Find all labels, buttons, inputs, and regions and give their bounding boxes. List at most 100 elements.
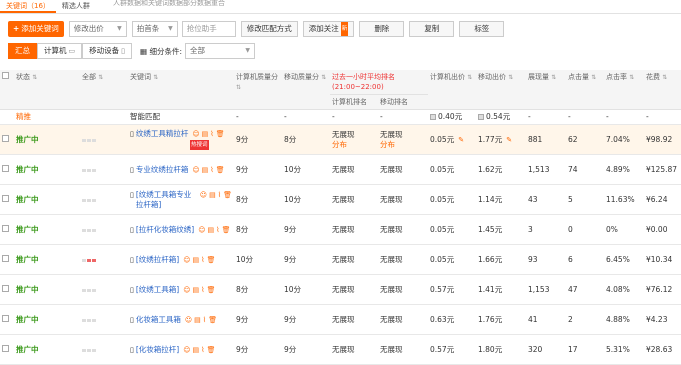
- trash-icon[interactable]: 🗑: [216, 129, 225, 139]
- document-icon[interactable]: ▤: [208, 225, 215, 235]
- pc-rank-cell: 无展现: [330, 214, 378, 245]
- table-row[interactable]: 推广中 ▯ [拉杆化妆箱纹绣] ☺ ▤ ⌇ 🗑 8分 9分 无展现 无展现 0.05元 1.45元 3 0 0…: [0, 214, 681, 245]
- edit-icon[interactable]: ✎: [506, 136, 512, 144]
- document-icon[interactable]: ▤: [194, 315, 201, 325]
- col-pc-quality-label: 计算机质量分: [236, 73, 278, 81]
- chart-icon[interactable]: ⌇: [218, 190, 221, 200]
- keyword-link[interactable]: 化妆箱工具箱: [136, 315, 181, 325]
- document-icon[interactable]: ▤: [202, 165, 209, 175]
- trash-icon[interactable]: 🗑: [207, 345, 216, 355]
- document-icon[interactable]: ▤: [193, 255, 200, 265]
- document-icon[interactable]: ▤: [193, 345, 200, 355]
- table-row[interactable]: 推广中 ▯ [纹绣拉杆箱] ☺ ▤ ⌇ 🗑 10分 9分 无展现 无展现 0.05元 1.66元 93 6 6…: [0, 244, 681, 275]
- row-checkbox[interactable]: [2, 254, 9, 262]
- add-keyword-button[interactable]: + 添加关键词: [8, 21, 64, 37]
- table-row[interactable]: 推广中 ▯ 化妆箱工具箱 ☺ ▤ ⌇ 🗑 9分 9分 无展现 无展现 0.63元 1.76元 41 2 4.8…: [0, 304, 681, 335]
- chart-icon[interactable]: ⌇: [210, 129, 213, 139]
- row-checkbox[interactable]: [2, 134, 9, 142]
- row-checkbox[interactable]: [2, 194, 9, 202]
- col-mobile-rank[interactable]: 移动排名: [378, 94, 428, 110]
- col-clicks[interactable]: 点击量 ⇅: [566, 70, 604, 110]
- grid-icon: ▦: [139, 46, 148, 56]
- keyword-link[interactable]: 纹绣工具精拉杆: [136, 129, 189, 139]
- chart-icon[interactable]: ⌇: [201, 285, 204, 295]
- keyword-link[interactable]: [纹绣拉杆箱]: [136, 255, 179, 265]
- select-all-checkbox[interactable]: [2, 72, 9, 79]
- col-pc-rank[interactable]: 计算机排名: [330, 94, 378, 110]
- add-follow-button[interactable]: 添加关注 新: [302, 21, 355, 37]
- mobile-toggle[interactable]: 移动设备 ▯: [82, 43, 132, 59]
- tag-button[interactable]: 标签: [459, 21, 505, 37]
- pc-bid-checkbox[interactable]: [430, 114, 436, 120]
- trash-icon[interactable]: 🗑: [223, 190, 232, 200]
- computer-toggle[interactable]: 计算机 ▭: [37, 43, 83, 59]
- match-select[interactable]: 拍首条 ▼: [131, 21, 178, 37]
- trash-icon[interactable]: 🗑: [207, 285, 216, 295]
- col-rank-group: 过去一小时平均排名(21:00~22:00): [330, 70, 428, 95]
- row-checkbox[interactable]: [2, 224, 9, 232]
- table-row[interactable]: 推广中 ▯ 纹绣工具精拉杆 ☺ ▤ ⌇ 🗑 热搜词 9分 8分 无展现 分布 无展现 分布 0.05元 ✎ 1.…: [0, 124, 681, 155]
- smile-icon[interactable]: ☺: [192, 165, 199, 175]
- keyword-link[interactable]: [纹绣工具箱专业拉杆箱]: [136, 190, 196, 210]
- table-row[interactable]: 推广中 ▯ [纹绣工具箱专业拉杆箱] ☺ ▤ ⌇ 🗑 8分 10分 无展现 无展现 0.05元 1.14…: [0, 184, 681, 215]
- col-status[interactable]: 状态 ⇅: [14, 70, 80, 110]
- delete-button[interactable]: 删除: [359, 21, 405, 37]
- rank-assistant-input[interactable]: 抢位助手: [181, 21, 236, 37]
- col-cost[interactable]: 花费 ⇅: [644, 70, 681, 110]
- col-all[interactable]: 全部 ⇅: [80, 70, 128, 110]
- col-keyword-label: 关键词: [130, 73, 151, 81]
- table-row[interactable]: 推广中 ▯ [纹绣工具箱] ☺ ▤ ⌇ 🗑 8分 10分 无展现 无展现 0.57元 1.41元 1,15…: [0, 274, 681, 305]
- row-checkbox[interactable]: [2, 164, 9, 172]
- trash-icon[interactable]: 🗑: [216, 165, 225, 175]
- tab-audience[interactable]: 精选人群: [56, 0, 96, 13]
- bar-segment: [87, 288, 91, 292]
- col-mobile-quality[interactable]: 移动质量分 ⇅: [282, 70, 330, 110]
- row-checkbox[interactable]: [2, 314, 9, 322]
- smile-icon[interactable]: ☺: [183, 285, 190, 295]
- col-mobile-bid[interactable]: 移动出价 ⇅: [476, 70, 526, 110]
- keyword-link[interactable]: 专业纹绣拉杆箱: [136, 165, 189, 175]
- col-pc-bid[interactable]: 计算机出价 ⇅: [428, 70, 476, 110]
- mobile-bid-value: 1.14元: [478, 194, 503, 204]
- mobile-bid-cell: 0.54元: [476, 109, 526, 125]
- table-row[interactable]: 推广中 ▯ [化妆箱拉杆] ☺ ▤ ⌇ 🗑 9分 9分 无展现 无展现 0.57元 1.80元 320 17…: [0, 334, 681, 365]
- chart-icon[interactable]: ⌇: [201, 255, 204, 265]
- impressions-cell: 320: [526, 334, 566, 365]
- bid-select[interactable]: 修改出价 ▼: [68, 21, 127, 37]
- tab-keywords[interactable]: 关键词（16）: [0, 0, 56, 13]
- smile-icon[interactable]: ☺: [192, 129, 199, 139]
- row-checkbox[interactable]: [2, 284, 9, 292]
- mobile-bid-checkbox[interactable]: [478, 114, 484, 120]
- chart-icon[interactable]: ⌇: [201, 345, 204, 355]
- keyword-link[interactable]: [化妆箱拉杆]: [136, 345, 179, 355]
- document-icon[interactable]: ▤: [209, 190, 216, 200]
- smile-icon[interactable]: ☺: [200, 190, 207, 200]
- smile-icon[interactable]: ☺: [183, 255, 190, 265]
- distribution-link[interactable]: 分布: [332, 140, 347, 149]
- match-mode-button[interactable]: 修改匹配方式: [240, 21, 298, 37]
- col-ctr[interactable]: 点击率 ⇅: [604, 70, 644, 110]
- document-icon[interactable]: ▤: [193, 285, 200, 295]
- trash-icon[interactable]: 🗑: [208, 315, 217, 325]
- edit-icon[interactable]: ✎: [458, 136, 464, 144]
- smart-match-row: 精推 智能匹配 - - - - 0.40元 0.54元 - - - -: [0, 109, 681, 125]
- col-pc-quality[interactable]: 计算机质量分 ⇅: [234, 70, 282, 110]
- keyword-link[interactable]: [纹绣工具箱]: [136, 285, 179, 295]
- keyword-link[interactable]: [拉杆化妆箱纹绣]: [136, 225, 194, 235]
- chart-icon[interactable]: ⌇: [216, 225, 219, 235]
- document-icon[interactable]: ▤: [202, 129, 209, 139]
- smile-icon[interactable]: ☺: [198, 225, 205, 235]
- col-keyword[interactable]: 关键词 ⇅: [128, 70, 234, 110]
- distribution-link[interactable]: 分布: [380, 140, 395, 149]
- col-impressions[interactable]: 展现量 ⇅: [526, 70, 566, 110]
- trash-icon[interactable]: 🗑: [222, 225, 231, 235]
- summary-toggle[interactable]: 汇总: [8, 43, 37, 59]
- copy-button[interactable]: 复制: [409, 21, 455, 37]
- smile-icon[interactable]: ☺: [185, 315, 192, 325]
- chart-icon[interactable]: ⌇: [210, 165, 213, 175]
- chart-icon[interactable]: ⌇: [203, 315, 206, 325]
- filter-select[interactable]: 全部 ▼: [185, 43, 255, 59]
- trash-icon[interactable]: 🗑: [207, 255, 216, 265]
- smile-icon[interactable]: ☺: [183, 345, 190, 355]
- table-row[interactable]: 推广中 ▯ 专业纹绣拉杆箱 ☺ ▤ ⌇ 🗑 9分 10分 无展现 无展现 0.05元 1.62元 1,51…: [0, 154, 681, 185]
